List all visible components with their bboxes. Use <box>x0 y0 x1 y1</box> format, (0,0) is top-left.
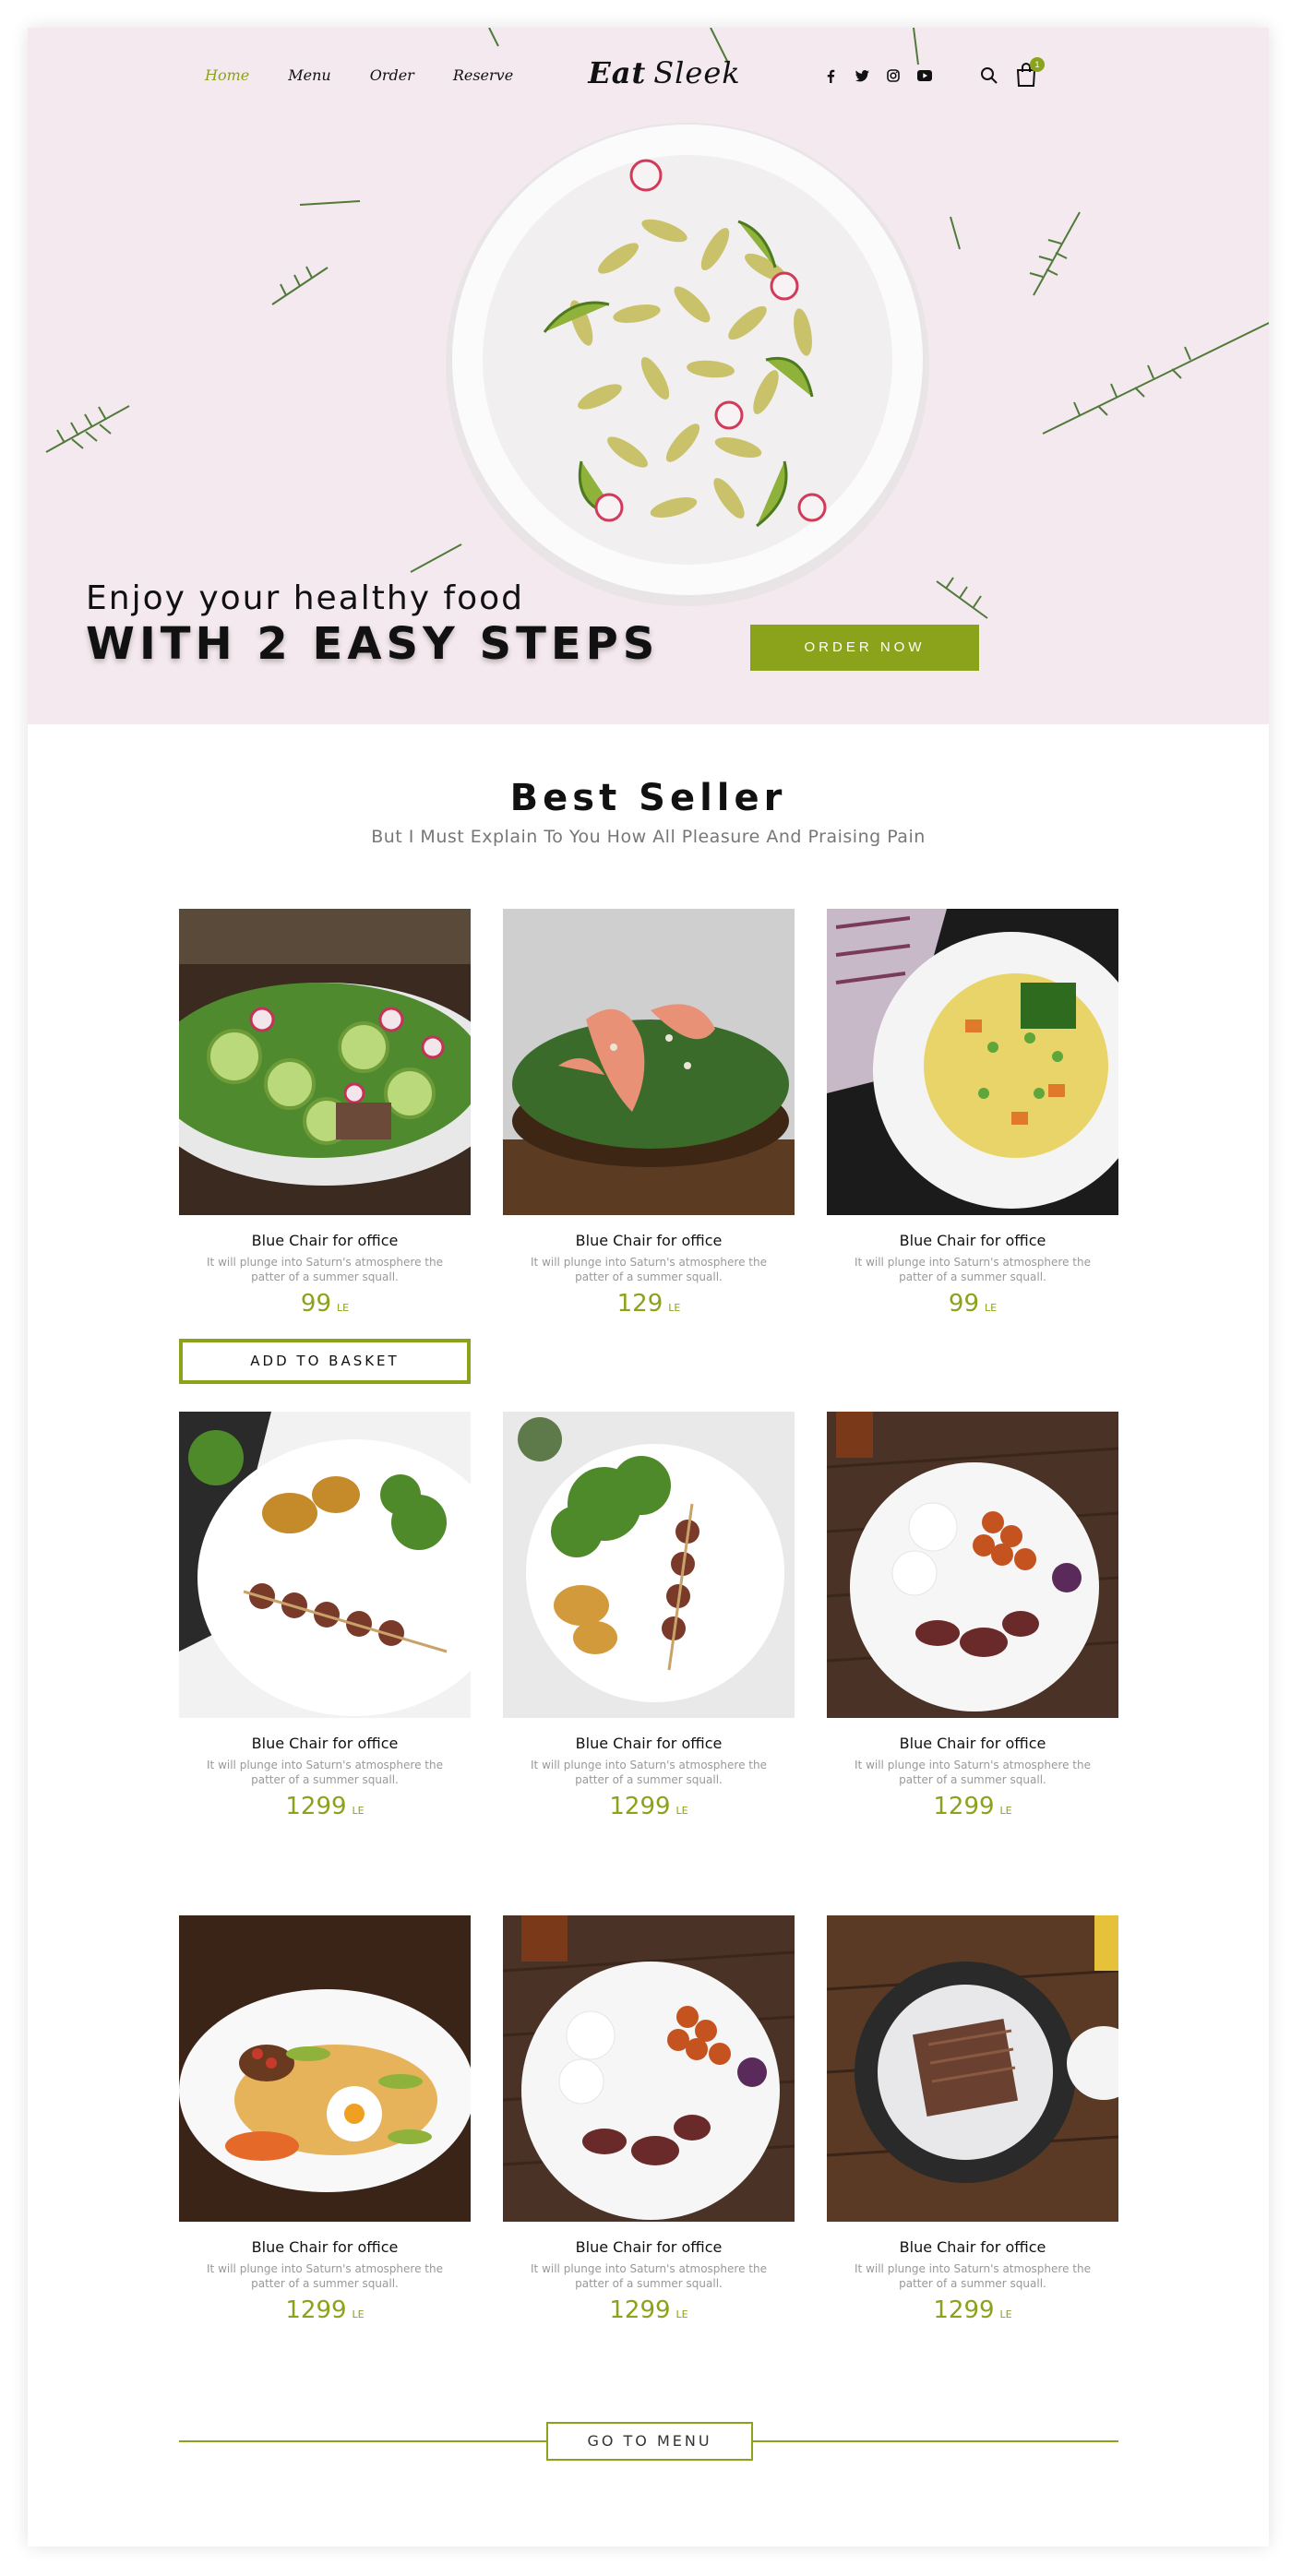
logo-text-sleek: Sleek <box>653 55 741 90</box>
nav-menu[interactable]: Menu <box>288 66 330 84</box>
price-currency: LE <box>352 1805 365 1817</box>
instagram-icon[interactable] <box>886 68 901 83</box>
price-currency: LE <box>985 1302 998 1314</box>
product-image-waffle <box>827 1915 1118 2222</box>
product-name: Blue Chair for office <box>899 1232 1046 1249</box>
hero-headline: WITH 2 EASY STEPS <box>86 618 660 670</box>
logo-text-eat: Eat <box>588 55 647 90</box>
divider-line-right <box>753 2440 1118 2442</box>
product-card[interactable]: Blue Chair for office It will plunge int… <box>179 1412 471 1820</box>
product-price: 1299 LE <box>503 2296 795 2324</box>
youtube-icon[interactable] <box>917 68 932 83</box>
product-image-salad <box>179 909 471 1215</box>
best-seller-subtitle: But I Must Explain To You How All Pleasu… <box>371 827 926 847</box>
cart-count-badge: 1 <box>1030 57 1045 72</box>
product-name: Blue Chair for office <box>251 1735 399 1752</box>
product-image-english-breakfast <box>503 1915 795 2222</box>
nav-reserve[interactable]: Reserve <box>453 66 513 84</box>
price-currency: LE <box>337 1302 350 1314</box>
cart-button[interactable]: 1 <box>1015 57 1045 87</box>
product-image-kebab-plate <box>179 1412 471 1718</box>
product-description: It will plunge into Saturn's atmosphere … <box>207 2262 443 2290</box>
product-price: 1299 LE <box>179 1793 471 1820</box>
main-nav: Home Menu Order Reserve <box>205 66 552 84</box>
product-description: It will plunge into Saturn's atmosphere … <box>531 2262 767 2290</box>
price-currency: LE <box>668 1302 681 1314</box>
product-image-kebab-salad <box>503 1412 795 1718</box>
product-card[interactable]: Blue Chair for office It will plunge int… <box>503 1915 795 2324</box>
price-currency: LE <box>675 2308 688 2320</box>
product-price: 1299 LE <box>827 1793 1118 1820</box>
product-card[interactable]: Blue Chair for office It will plunge int… <box>179 909 471 1318</box>
product-price: 129 LE <box>503 1290 795 1318</box>
product-card[interactable]: Blue Chair for office It will plunge int… <box>179 1915 471 2324</box>
product-price: 1299 LE <box>503 1793 795 1820</box>
product-name: Blue Chair for office <box>251 1232 399 1249</box>
price-amount: 99 <box>300 1290 331 1318</box>
product-image-breakfast <box>827 1412 1118 1718</box>
product-card[interactable]: Blue Chair for office It will plunge int… <box>503 1412 795 1820</box>
product-price: 1299 LE <box>179 2296 471 2324</box>
nav-home[interactable]: Home <box>205 66 249 84</box>
product-card[interactable]: Blue Chair for office It will plunge int… <box>827 1412 1118 1820</box>
product-description: It will plunge into Saturn's atmosphere … <box>531 1256 767 1283</box>
product-description: It will plunge into Saturn's atmosphere … <box>855 1256 1091 1283</box>
product-name: Blue Chair for office <box>575 2238 723 2256</box>
twitter-icon[interactable] <box>855 68 869 83</box>
product-card[interactable]: Blue Chair for office It will plunge int… <box>827 909 1118 1318</box>
product-price: 99 LE <box>827 1290 1118 1318</box>
price-amount: 1299 <box>285 1793 347 1820</box>
product-description: It will plunge into Saturn's atmosphere … <box>207 1759 443 1786</box>
price-currency: LE <box>999 2308 1012 2320</box>
price-amount: 1299 <box>933 2296 995 2324</box>
product-name: Blue Chair for office <box>251 2238 399 2256</box>
product-description: It will plunge into Saturn's atmosphere … <box>855 2262 1091 2290</box>
best-seller-title: Best Seller <box>509 777 787 819</box>
site-logo[interactable]: Eat Sleek <box>581 55 747 90</box>
product-name: Blue Chair for office <box>899 2238 1046 2256</box>
price-amount: 129 <box>616 1290 663 1318</box>
product-card[interactable]: Blue Chair for office It will plunge int… <box>503 909 795 1318</box>
social-links <box>823 68 932 83</box>
product-price: 1299 LE <box>827 2296 1118 2324</box>
divider-line-left <box>179 2440 546 2442</box>
product-image-egg-avocado <box>179 1915 471 2222</box>
product-description: It will plunge into Saturn's atmosphere … <box>855 1759 1091 1786</box>
facebook-icon[interactable] <box>823 68 838 83</box>
price-currency: LE <box>999 1805 1012 1817</box>
nav-order[interactable]: Order <box>370 66 414 84</box>
price-currency: LE <box>352 2308 365 2320</box>
product-name: Blue Chair for office <box>575 1735 723 1752</box>
product-image-soup <box>827 909 1118 1215</box>
product-name: Blue Chair for office <box>899 1735 1046 1752</box>
go-to-menu-button[interactable]: GO TO MENU <box>546 2422 753 2461</box>
product-card[interactable]: Blue Chair for office It will plunge int… <box>827 1915 1118 2324</box>
price-currency: LE <box>675 1805 688 1817</box>
add-to-basket-button[interactable]: ADD TO BASKET <box>179 1339 471 1384</box>
product-price: 99 LE <box>179 1290 471 1318</box>
order-now-button[interactable]: ORDER NOW <box>750 625 979 671</box>
product-name: Blue Chair for office <box>575 1232 723 1249</box>
search-icon[interactable] <box>980 66 998 85</box>
price-amount: 99 <box>948 1290 979 1318</box>
hero-banner: Home Menu Order Reserve Eat Sleek 1 Enjo… <box>28 28 1269 724</box>
hero-tagline: Enjoy your healthy food <box>86 579 525 617</box>
price-amount: 1299 <box>609 2296 671 2324</box>
price-amount: 1299 <box>285 2296 347 2324</box>
price-amount: 1299 <box>933 1793 995 1820</box>
page-frame: Home Menu Order Reserve Eat Sleek 1 Enjo… <box>28 28 1269 2546</box>
price-amount: 1299 <box>609 1793 671 1820</box>
product-description: It will plunge into Saturn's atmosphere … <box>531 1759 767 1786</box>
product-description: It will plunge into Saturn's atmosphere … <box>207 1256 443 1283</box>
product-image-salmon-toast <box>503 909 795 1215</box>
